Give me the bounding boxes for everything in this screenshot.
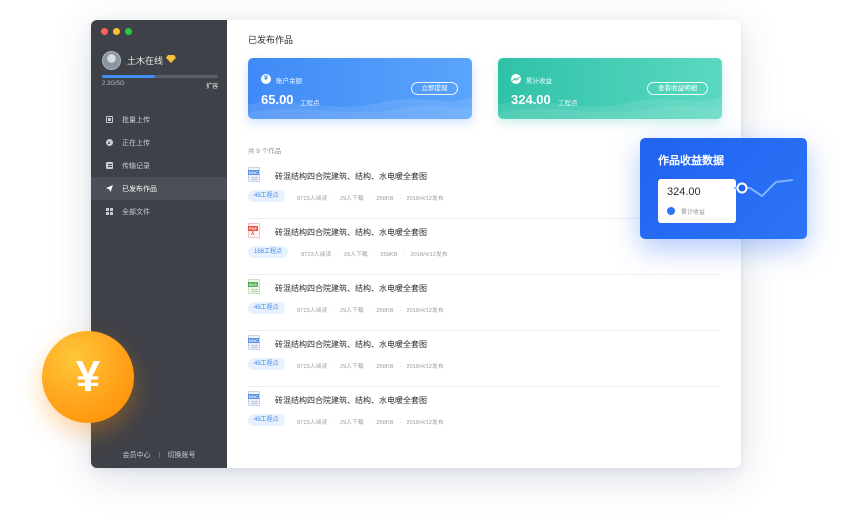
sidebar-footer: 会员中心 切换账号	[91, 450, 227, 460]
work-title[interactable]: 砖混结构四合院建筑、结构、水电暖全套图	[275, 283, 427, 294]
sidebar-item-label: 批量上传	[122, 116, 150, 124]
publish-date: 2018/4/12发布	[410, 252, 448, 258]
sidebar-item-label: 已发布作品	[122, 185, 157, 193]
file-size: 358KB	[380, 252, 398, 258]
file-size: 358KB	[376, 308, 394, 314]
download-count: 29人下载	[339, 364, 364, 370]
download-count: 29人下载	[339, 196, 364, 202]
xls-file-icon: XLS	[248, 279, 260, 294]
file-size: 358KB	[376, 364, 394, 370]
yen-icon: ¥	[261, 74, 271, 84]
download-count: 29人下载	[343, 252, 368, 258]
balance-unit: 工程点	[300, 100, 320, 107]
window-controls	[101, 28, 132, 35]
work-meta: 8723人阅读 · 29人下载 · 358KB · 2018/4/12发布	[301, 252, 448, 258]
list-item[interactable]: XLS 砖混结构四合院建筑、结构、水电暖全套图 49工程点 8723人阅读 · 2…	[248, 275, 720, 331]
main-content: 已发布作品 ¥ 账户余额 65.00 工程点 立即提现 累计收益 324.00 …	[227, 20, 741, 468]
popup-sub-label: 累计收益	[681, 210, 706, 216]
record-icon	[106, 162, 113, 169]
member-center-link[interactable]: 会员中心	[123, 450, 151, 460]
work-title[interactable]: 砖混结构四合院建筑、结构、水电暖全套图	[275, 227, 427, 238]
work-title[interactable]: 砖混结构四合院建筑、结构、水电暖全套图	[275, 339, 427, 350]
trend-line-decoration	[734, 179, 793, 197]
popup-value: 324.00	[667, 186, 701, 198]
copy-icon	[106, 116, 113, 123]
earnings-value: 324.00	[511, 92, 551, 107]
file-size: 358KB	[376, 420, 394, 426]
avatar[interactable]	[102, 51, 121, 70]
download-count: 29人下载	[339, 308, 364, 314]
work-meta: 8723人阅读 · 29人下载 · 358KB · 2018/4/12发布	[297, 308, 444, 314]
read-count: 8723人阅读	[297, 308, 328, 314]
storage-text: 2.3G/5G	[102, 81, 125, 87]
app-window: 土木在线 2.3G/5G 扩容 批量上传 正在上传 传输记录 已发布作品 全部文…	[91, 20, 741, 468]
balance-value: 65.00	[261, 92, 294, 107]
sidebar-item-uploading[interactable]: 正在上传	[91, 131, 227, 154]
vip-diamond-icon	[166, 55, 176, 63]
work-meta: 8723人阅读 · 29人下载 · 358KB · 2018/4/12发布	[297, 196, 444, 202]
balance-label: 账户余额	[276, 78, 302, 85]
sidebar-item-label: 全部文件	[122, 208, 150, 216]
switch-account-link[interactable]: 切换账号	[168, 450, 196, 460]
price-badge: 49工程点	[248, 358, 285, 370]
sidebar-nav: 批量上传 正在上传 传输记录 已发布作品 全部文件	[91, 108, 227, 223]
yen-coin-icon: ¥	[42, 331, 134, 423]
read-count: 8723人阅读	[297, 420, 328, 426]
work-title[interactable]: 砖混结构四合院建筑、结构、水电暖全套图	[275, 395, 427, 406]
sidebar-item-label: 正在上传	[122, 139, 150, 147]
doc-file-icon: DOC	[248, 167, 260, 182]
sidebar-item-all-files[interactable]: 全部文件	[91, 200, 227, 223]
price-badge: 49工程点	[248, 414, 285, 426]
work-meta: 8723人阅读 · 29人下载 · 358KB · 2018/4/12发布	[297, 420, 444, 426]
popup-title: 作品收益数据	[658, 155, 724, 167]
storage-bar-fill	[102, 75, 156, 78]
send-icon	[106, 185, 113, 192]
upload-icon	[106, 139, 113, 146]
footer-divider	[158, 452, 160, 458]
minimize-window-button[interactable]	[113, 28, 120, 35]
price-badge: 49工程点	[248, 302, 285, 314]
grid-icon	[106, 208, 113, 215]
expand-storage-link[interactable]: 扩容	[206, 81, 218, 90]
earnings-card: 累计收益 324.00 工程点 查看收益明细	[498, 58, 722, 119]
username: 土木在线	[127, 56, 164, 66]
doc-file-icon: DOC	[248, 391, 260, 406]
pdf-file-icon: PDF ʎ	[248, 223, 260, 238]
price-badge: 49工程点	[248, 190, 285, 202]
close-window-button[interactable]	[101, 28, 108, 35]
download-count: 29人下载	[339, 420, 364, 426]
list-item[interactable]: DOC 砖混结构四合院建筑、结构、水电暖全套图 49工程点 8723人阅读 · 2…	[248, 387, 720, 443]
list-item[interactable]: DOC 砖混结构四合院建筑、结构、水电暖全套图 49工程点 8723人阅读 · 2…	[248, 331, 720, 387]
withdraw-button[interactable]: 立即提现	[411, 82, 458, 95]
sidebar-item-published-works[interactable]: 已发布作品	[91, 177, 227, 200]
earnings-label: 累计收益	[526, 78, 552, 85]
work-meta: 8723人阅读 · 29人下载 · 358KB · 2018/4/12发布	[297, 364, 444, 370]
sidebar-item-batch-upload[interactable]: 批量上传	[91, 108, 227, 131]
publish-date: 2018/4/12发布	[406, 308, 444, 314]
read-count: 8723人阅读	[297, 196, 328, 202]
price-badge: 168工程点	[248, 246, 289, 258]
read-count: 8723人阅读	[301, 252, 332, 258]
work-title[interactable]: 砖混结构四合院建筑、结构、水电暖全套图	[275, 171, 427, 182]
earnings-unit: 工程点	[558, 100, 578, 107]
publish-date: 2018/4/12发布	[406, 420, 444, 426]
maximize-window-button[interactable]	[125, 28, 132, 35]
chart-icon	[511, 74, 521, 84]
earnings-data-popup: 作品收益数据 324.00 累计收益	[640, 138, 807, 239]
trend-icon	[667, 207, 675, 215]
view-earnings-details-button[interactable]: 查看收益明细	[647, 82, 708, 95]
publish-date: 2018/4/12发布	[406, 364, 444, 370]
file-size: 358KB	[376, 196, 394, 202]
read-count: 8723人阅读	[297, 364, 328, 370]
sidebar-item-label: 传输记录	[122, 162, 150, 170]
works-count: 共 9 个作品	[248, 148, 282, 155]
page-title: 已发布作品	[248, 35, 294, 45]
trend-icon	[512, 76, 520, 82]
doc-file-icon: DOC	[248, 335, 260, 350]
publish-date: 2018/4/12发布	[406, 196, 444, 202]
sidebar-item-transfer-records[interactable]: 传输记录	[91, 154, 227, 177]
storage-bar	[102, 75, 218, 78]
popup-value-box: 324.00 累计收益	[658, 179, 736, 223]
balance-card: ¥ 账户余额 65.00 工程点 立即提现	[248, 58, 472, 119]
